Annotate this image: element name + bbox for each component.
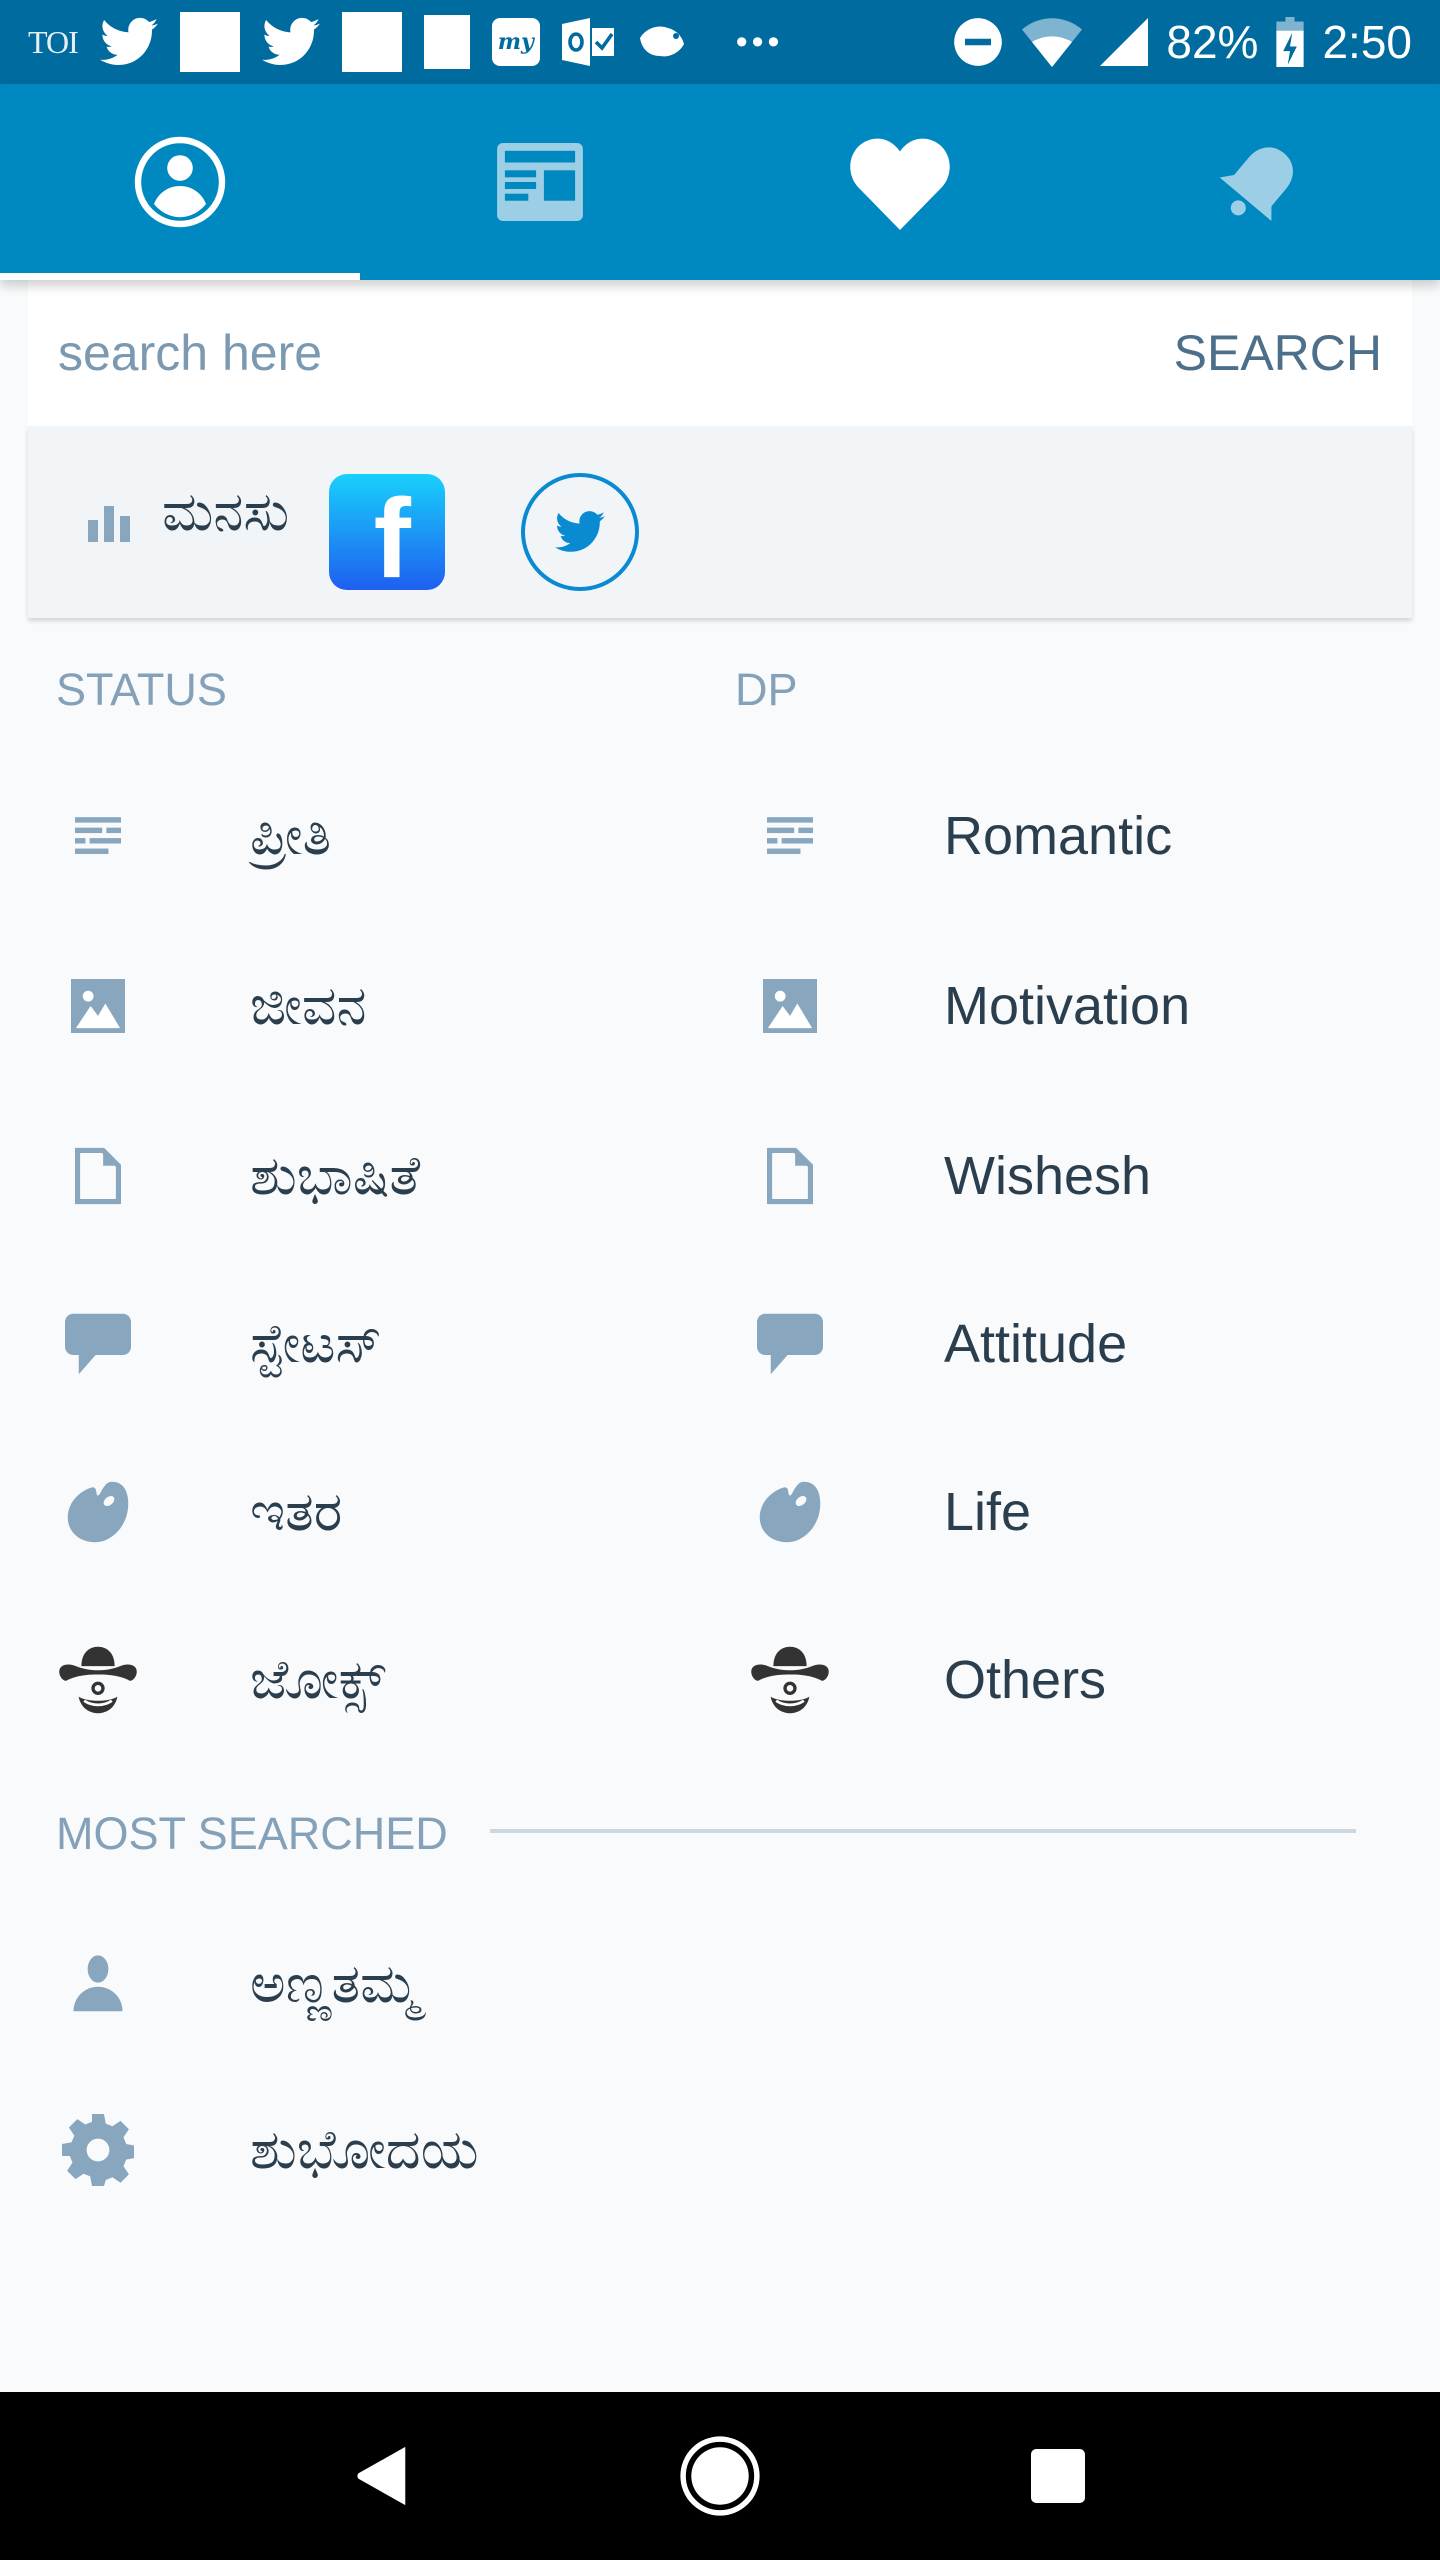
most-searched-item-label: ಶುಭೋದಯ: [250, 2119, 479, 2180]
facebook-share-button[interactable]: f: [329, 474, 446, 590]
status-item-label: ಶುಭಾಷಿತೆ: [250, 1145, 421, 1206]
status-section-title: STATUS: [56, 664, 227, 715]
tab-bar: [0, 84, 1440, 280]
search-button[interactable]: SEARCH: [1174, 324, 1382, 382]
outlook-icon: [561, 18, 614, 66]
navigation-bar: [0, 2392, 1440, 2560]
image-icon: [48, 979, 148, 1033]
tab-notifications[interactable]: [1080, 84, 1440, 280]
dp-item[interactable]: Others: [740, 1620, 1360, 1740]
twitter-icon: [555, 511, 606, 552]
status-item[interactable]: ಇತರ: [48, 1452, 668, 1572]
most-searched-item[interactable]: ಅಣ್ಣತಮ್ಮ: [48, 1924, 668, 2044]
section-divider: [490, 1829, 1356, 1833]
status-item-label: ಇತರ: [250, 1481, 343, 1542]
dp-item-label: Others: [944, 1650, 1107, 1710]
text-lines-icon: [48, 816, 148, 856]
status-item-label: ಜೀವನ: [250, 975, 367, 1036]
dp-item-label: Life: [944, 1482, 1032, 1542]
dp-item-label: Motivation: [944, 976, 1191, 1036]
twitter-icon: [99, 17, 158, 65]
home-icon[interactable]: [679, 2435, 761, 2517]
blank-notification-icon: [179, 12, 240, 72]
dp-item[interactable]: Romantic: [740, 776, 1360, 896]
wifi-icon: [1022, 18, 1083, 67]
battery-charging-icon: [1276, 17, 1305, 67]
bar-chart-icon: [88, 506, 130, 542]
my-app-icon: my: [491, 18, 540, 66]
most-searched-item-label: ಅಣ್ಣತಮ್ಮ: [250, 1953, 419, 2014]
dp-item[interactable]: Attitude: [740, 1284, 1360, 1404]
do-not-disturb-icon: [954, 18, 1003, 66]
share-label: ಮನಸು: [162, 481, 290, 542]
dp-item[interactable]: Wishesh: [740, 1116, 1360, 1236]
dp-section-title: DP: [735, 664, 798, 715]
gear-icon: [48, 2114, 148, 2186]
most-searched-title: MOST SEARCHED: [56, 1808, 448, 1859]
comment-icon: [740, 1312, 840, 1376]
clown-icon: [48, 1644, 148, 1716]
dp-item-label: Attitude: [944, 1314, 1128, 1374]
file-icon: [48, 1147, 148, 1205]
blank-notification-icon: [423, 15, 470, 69]
dp-item[interactable]: Motivation: [740, 946, 1360, 1066]
heart-icon: [850, 138, 950, 230]
palette-icon: [740, 1479, 840, 1545]
twitter-icon: [261, 17, 320, 65]
status-item[interactable]: ಜೋಕ್ಸ್: [48, 1620, 668, 1740]
bell-icon: [1219, 147, 1293, 221]
palette-icon: [48, 1479, 148, 1545]
dp-item-label: Romantic: [944, 806, 1173, 866]
image-icon: [740, 979, 840, 1033]
blank-notification-icon: [341, 12, 402, 72]
status-item[interactable]: ಸ್ಟೇಟಸ್: [48, 1284, 668, 1404]
most-searched-item[interactable]: ಶುಭೋದಯ: [48, 2090, 668, 2210]
status-item-label: ಜೋಕ್ಸ್: [250, 1649, 386, 1710]
clock: 2:50: [1322, 16, 1412, 68]
status-item[interactable]: ಪ್ರೀತಿ: [48, 776, 668, 896]
recents-icon[interactable]: [1031, 2449, 1085, 2503]
toi-icon: TOI: [28, 23, 79, 60]
status-item[interactable]: ಜೀವನ: [48, 946, 668, 1066]
tab-favorites[interactable]: [720, 84, 1080, 280]
status-item-label: ಸ್ಟೇಟಸ್: [250, 1313, 382, 1374]
battery-percent: 82%: [1166, 16, 1259, 68]
file-icon: [740, 1147, 840, 1205]
status-item[interactable]: ಶುಭಾಷಿತೆ: [48, 1116, 668, 1236]
account-circle-icon: [134, 136, 226, 228]
dp-item-label: Wishesh: [944, 1146, 1152, 1206]
status-item-label: ಪ್ರೀತಿ: [250, 805, 332, 866]
facebook-icon: f: [373, 476, 411, 590]
search-bar: SEARCH: [28, 280, 1412, 426]
search-input[interactable]: [58, 324, 1174, 382]
comment-icon: [48, 1312, 148, 1376]
newspaper-icon: [497, 143, 583, 221]
signal-icon: [1100, 18, 1149, 66]
tab-profile[interactable]: [0, 84, 360, 280]
person-icon: [48, 1954, 148, 2014]
more-notifications-icon: •••: [735, 22, 784, 61]
back-icon[interactable]: [355, 2444, 409, 2508]
tab-news[interactable]: [360, 84, 720, 280]
text-lines-icon: [740, 816, 840, 856]
twitter-share-button[interactable]: [521, 473, 640, 591]
status-bar: TOI my ••• 82% 2:50: [0, 0, 1440, 84]
clown-icon: [740, 1644, 840, 1716]
game-icon: [639, 26, 684, 57]
share-card: ಮನಸು f: [28, 426, 1412, 618]
dp-item[interactable]: Life: [740, 1452, 1360, 1572]
